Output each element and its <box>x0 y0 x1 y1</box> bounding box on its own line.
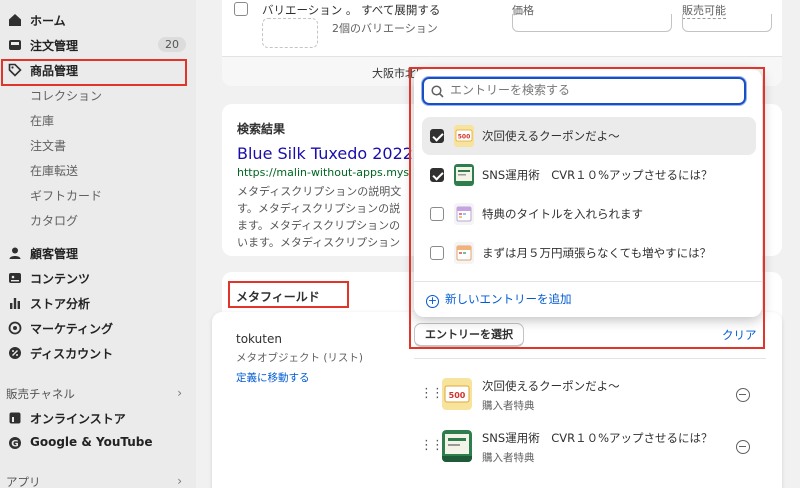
go-to-definition-link[interactable]: 定義に移動する <box>236 370 310 385</box>
seo-description-line: います。メタディスクリプション <box>237 236 401 249</box>
metafield-type: メタオブジェクト (リスト) <box>236 352 364 364</box>
selected-entry-item[interactable]: ⋮⋮ SNS運用術 CVR１０%アップさせるには？ 購入者特典 <box>420 424 768 474</box>
seo-url: https://malin-without-apps.mys <box>237 166 410 179</box>
popover-highlight-box <box>409 67 765 349</box>
metafields-highlight-box <box>228 281 349 308</box>
orders-count-badge: 20 <box>158 37 186 52</box>
drag-handle-icon[interactable]: ⋮⋮ <box>420 386 444 401</box>
sidebar-item-online-store[interactable]: オンラインストア <box>0 406 196 430</box>
price-input[interactable] <box>512 14 672 32</box>
inbox-icon <box>9 40 21 50</box>
svg-text:500: 500 <box>449 391 466 400</box>
seo-heading: 検索結果 <box>237 122 286 136</box>
sidebar-item-catalogs[interactable]: カタログ <box>0 208 196 232</box>
store-icon <box>9 412 21 424</box>
sidebar-item-purchase-orders[interactable]: 注文書 <box>0 133 196 157</box>
person-icon <box>9 247 21 259</box>
remove-circle-icon[interactable] <box>736 440 750 454</box>
sidebar-item-label: オンラインストア <box>30 412 126 426</box>
sidebar-item-label: ホーム <box>30 14 66 28</box>
chevron-right-icon[interactable]: › <box>177 386 182 400</box>
seo-description-line: す。メタディスクリプションの説 <box>237 202 401 215</box>
divider <box>414 358 766 359</box>
variants-sub-label[interactable]: 2個のバリエーション <box>332 20 438 36</box>
sidebar-item-label: マーケティング <box>30 322 114 336</box>
sidebar-item-home[interactable]: ホーム <box>0 8 196 32</box>
sidebar-item-label: カタログ <box>30 214 79 228</box>
sales-channels-heading: 販売チャネル <box>6 387 75 401</box>
metafield-name: tokuten <box>236 332 282 346</box>
sidebar-item-label: 注文書 <box>30 139 67 153</box>
selected-entry-item[interactable]: ⋮⋮ 500 次回使えるクーポンだよ〜 購入者特典 <box>420 372 768 422</box>
drag-handle-icon[interactable]: ⋮⋮ <box>420 438 444 453</box>
sidebar-item-google-youtube[interactable]: G Google & YouTube <box>0 431 196 455</box>
available-input[interactable] <box>682 14 772 32</box>
google-icon: G <box>9 437 21 450</box>
sidebar: ホーム 注文管理 20 商品管理 コレクション 在庫 注文書 在庫転送 ギフトカ… <box>0 0 196 488</box>
sidebar-item-label: コレクション <box>30 89 103 103</box>
sidebar-item-label: コンテンツ <box>30 272 91 286</box>
entry-title: SNS運用術 CVR１０%アップさせるには？ <box>482 431 713 445</box>
apps-heading: アプリ <box>6 475 41 488</box>
discount-icon <box>9 347 21 359</box>
sidebar-item-collections[interactable]: コレクション <box>0 83 196 107</box>
sidebar-item-label: 注文管理 <box>30 39 79 53</box>
seo-description-line: メタディスクリプションの説明文 <box>237 185 402 198</box>
sidebar-item-orders[interactable]: 注文管理 20 <box>0 33 196 57</box>
sidebar-item-customers[interactable]: 顧客管理 <box>0 241 196 265</box>
entry-title: 次回使えるクーポンだよ〜 <box>482 379 620 393</box>
products-highlight-box <box>1 59 187 86</box>
target-icon <box>8 321 22 335</box>
sidebar-item-transfers[interactable]: 在庫転送 <box>0 158 196 182</box>
seo-description-line: ます。メタディスクリプションの <box>237 219 401 232</box>
sidebar-item-marketing[interactable]: マーケティング <box>0 316 196 340</box>
entry-subtitle: 購入者特典 <box>482 452 535 464</box>
sidebar-item-label: 在庫転送 <box>30 164 79 178</box>
sns-board-icon <box>442 430 472 462</box>
bar-chart-icon <box>10 298 20 309</box>
sidebar-item-gift-cards[interactable]: ギフトカード <box>0 183 196 207</box>
sidebar-item-inventory[interactable]: 在庫 <box>0 108 196 132</box>
sidebar-item-label: Google & YouTube <box>30 435 153 449</box>
select-all-checkbox[interactable] <box>234 2 248 16</box>
sidebar-item-label: ギフトカード <box>30 189 103 203</box>
sidebar-item-label: ストア分析 <box>30 297 91 311</box>
sidebar-item-label: ディスカウント <box>30 347 114 361</box>
seo-description: メタディスクリプションの説明文 す。メタディスクリプションの説 ます。メタディス… <box>237 183 401 251</box>
sidebar-item-label: 在庫 <box>30 114 55 128</box>
coupon-500-icon: 500 <box>442 378 472 410</box>
sidebar-item-label: 顧客管理 <box>30 247 79 261</box>
svg-text:G: G <box>11 440 18 450</box>
home-icon <box>9 14 21 26</box>
sidebar-item-analytics[interactable]: ストア分析 <box>0 291 196 315</box>
remove-circle-icon[interactable] <box>736 388 750 402</box>
seo-title: Blue Silk Tuxedo 2022 <box>237 144 413 163</box>
entry-subtitle: 購入者特典 <box>482 400 535 412</box>
sidebar-item-discounts[interactable]: ディスカウント <box>0 341 196 365</box>
variants-header-label[interactable]: バリエーション 。 すべて展開する <box>262 2 440 18</box>
variant-image-placeholder[interactable] <box>262 18 318 48</box>
chevron-right-icon[interactable]: › <box>177 474 182 488</box>
sidebar-item-content[interactable]: コンテンツ <box>0 266 196 290</box>
content-icon <box>9 273 21 283</box>
